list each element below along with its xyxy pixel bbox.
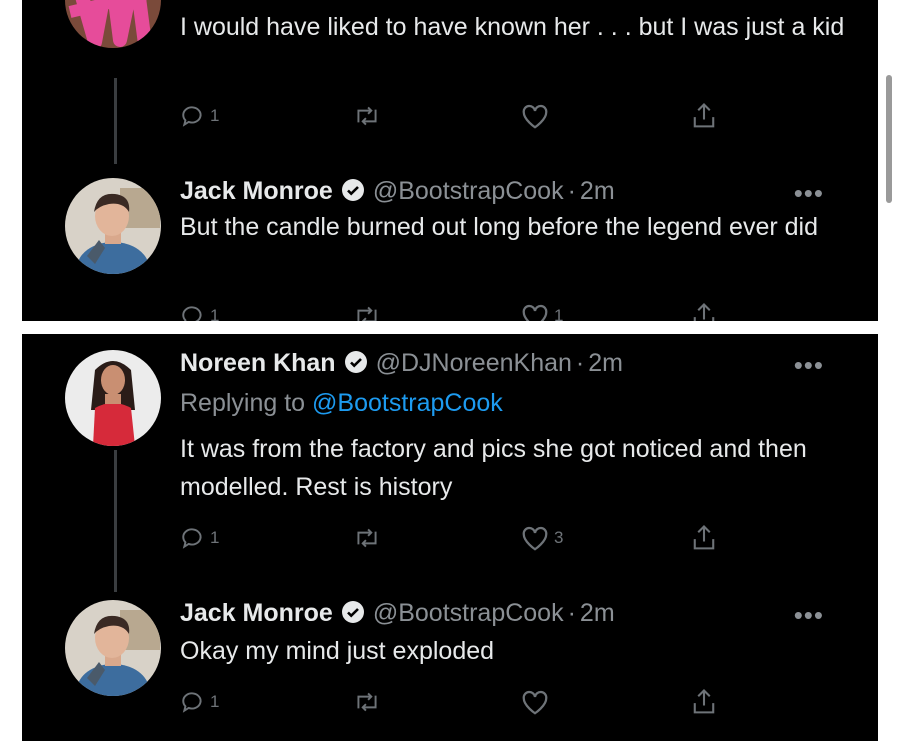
- verified-badge-icon: [341, 178, 365, 209]
- verified-badge-icon: [341, 600, 365, 631]
- share-button[interactable]: [690, 522, 718, 554]
- like-count: 3: [554, 528, 564, 547]
- reply-button[interactable]: 1: [180, 100, 219, 132]
- retweet-button[interactable]: [352, 522, 382, 554]
- retweet-button[interactable]: [352, 686, 382, 718]
- like-button[interactable]: [520, 686, 550, 718]
- tweet-2-text: But the candle burned out long before th…: [180, 213, 818, 241]
- verified-badge-icon: [344, 350, 368, 381]
- more-icon[interactable]: •••: [794, 178, 824, 209]
- bottom-screenshot-panel: Noreen Khan @DJNoreenKhan · 2m ••• Replying…: [22, 334, 878, 741]
- top-screenshot-panel: I would have liked to have known her . .…: [22, 0, 878, 321]
- replying-mention-link[interactable]: @BootstrapCook: [312, 389, 503, 417]
- reply-icon: [182, 528, 202, 549]
- reply-count: 1: [210, 528, 220, 547]
- retweet-icon: [357, 692, 377, 712]
- reply-icon: [182, 106, 202, 127]
- handle[interactable]: @DJNoreenKhan: [376, 349, 572, 377]
- avatar-redacted[interactable]: [65, 0, 161, 48]
- thread-line: [114, 450, 117, 592]
- tweet-3-actions: 1 3: [180, 522, 740, 554]
- like-count: 1: [554, 306, 564, 321]
- more-icon[interactable]: •••: [794, 350, 824, 381]
- avatar-noreen-khan[interactable]: [65, 350, 161, 446]
- share-icon: [693, 102, 715, 128]
- reply-button[interactable]: 1: [180, 522, 219, 554]
- share-button[interactable]: [690, 100, 718, 132]
- scrollbar[interactable]: [886, 75, 892, 203]
- retweet-icon: [357, 106, 377, 126]
- more-icon[interactable]: •••: [794, 600, 824, 631]
- timestamp[interactable]: 2m: [588, 349, 623, 377]
- retweet-button[interactable]: [352, 100, 382, 132]
- timestamp[interactable]: 2m: [580, 599, 615, 627]
- retweet-icon: [357, 306, 377, 321]
- tweet-4-header: Jack Monroe @BootstrapCook · 2m: [180, 598, 615, 631]
- share-icon: [693, 524, 715, 550]
- reply-count: 1: [210, 106, 220, 125]
- thread-line: [114, 78, 117, 164]
- timestamp[interactable]: 2m: [580, 177, 615, 205]
- like-button[interactable]: 1: [520, 300, 563, 321]
- like-button[interactable]: [520, 100, 550, 132]
- tweet-2-actions: 1 1: [180, 300, 740, 321]
- share-icon: [693, 688, 715, 714]
- reply-button[interactable]: 1: [180, 300, 219, 321]
- tweet-1-actions: 1: [180, 100, 740, 132]
- separator-dot: ·: [575, 349, 585, 377]
- replying-to: Replying to @BootstrapCook: [180, 388, 503, 418]
- share-button[interactable]: [690, 686, 718, 718]
- handle[interactable]: @BootstrapCook: [373, 177, 564, 205]
- retweet-icon: [357, 528, 377, 548]
- like-icon: [522, 104, 548, 129]
- share-button[interactable]: [690, 300, 718, 321]
- reply-icon: [182, 306, 202, 321]
- like-icon: [522, 526, 548, 551]
- display-name[interactable]: Noreen Khan: [180, 349, 336, 377]
- tweet-4-actions: 1: [180, 686, 740, 718]
- display-name[interactable]: Jack Monroe: [180, 599, 333, 627]
- avatar-jack-monroe[interactable]: [65, 178, 161, 274]
- like-icon: [522, 690, 548, 715]
- separator-dot: ·: [567, 599, 576, 627]
- tweet-1-text: I would have liked to have known her . .…: [180, 13, 845, 41]
- like-button[interactable]: 3: [520, 522, 563, 554]
- reply-icon: [182, 692, 202, 713]
- like-icon: [522, 304, 548, 321]
- tweet-3-header: Noreen Khan @DJNoreenKhan · 2m: [180, 348, 623, 381]
- reply-count: 1: [210, 306, 220, 321]
- share-icon: [693, 302, 715, 321]
- retweet-button[interactable]: [352, 300, 382, 321]
- handle[interactable]: @BootstrapCook: [373, 599, 564, 627]
- tweet-3-text: It was from the factory and pics she got…: [180, 435, 807, 501]
- avatar-jack-monroe[interactable]: [65, 600, 161, 696]
- reply-count: 1: [210, 692, 220, 711]
- tweet-2-header: Jack Monroe @BootstrapCook · 2m: [180, 176, 615, 209]
- tweet-4-text: Okay my mind just exploded: [180, 637, 495, 665]
- display-name[interactable]: Jack Monroe: [180, 177, 333, 205]
- replying-prefix: Replying to: [180, 389, 306, 417]
- reply-button[interactable]: 1: [180, 686, 219, 718]
- separator-dot: ·: [567, 177, 576, 205]
